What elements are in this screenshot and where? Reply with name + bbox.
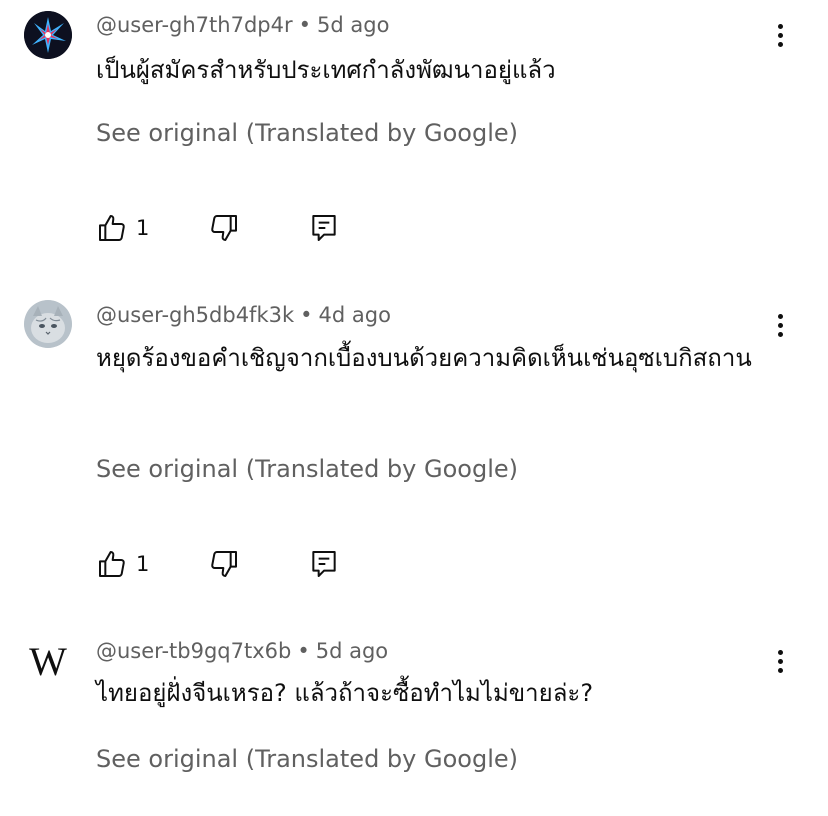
comment-meta: @user-tb9gq7tx6b • 5d ago <box>96 637 388 665</box>
reply-icon <box>312 551 336 577</box>
comment-item: @user-gh5db4fk3k • 4d ago หยุดร้องขอคำเชิญ… <box>0 290 828 626</box>
avatar[interactable] <box>24 300 72 348</box>
like-count: 1 <box>136 216 150 240</box>
more-options-button[interactable] <box>764 19 796 51</box>
see-original-link[interactable]: See original (Translated by Google) <box>96 117 518 149</box>
dislike-button[interactable] <box>208 210 240 246</box>
thumbs-up-icon <box>99 551 125 577</box>
reply-button[interactable] <box>308 210 340 246</box>
avatar[interactable] <box>24 11 72 59</box>
comment-text: ไทยอยู่ฝั่งจีนเหรอ? แล้วถ้าจะซื้อทำไมไม่… <box>96 679 594 707</box>
comment-time[interactable]: 5d ago <box>316 639 388 663</box>
comment-meta: @user-gh5db4fk3k • 4d ago <box>96 301 391 329</box>
more-options-button[interactable] <box>764 309 796 341</box>
avatar[interactable]: W <box>24 638 72 686</box>
dislike-button[interactable] <box>208 546 240 582</box>
more-options-button[interactable] <box>764 645 796 677</box>
meta-separator: • <box>297 639 310 663</box>
like-button[interactable]: 1 <box>96 210 149 246</box>
like-count: 1 <box>136 552 150 576</box>
spark-avatar-icon <box>24 11 72 59</box>
see-original-link[interactable]: See original (Translated by Google) <box>96 743 518 775</box>
comment-text: เป็นผู้สมัครสำหรับประเทศกำลังพัฒนาอยู่แล… <box>96 56 556 84</box>
thumbs-down-icon <box>211 215 237 241</box>
comment-meta: @user-gh7th7dp4r • 5d ago <box>96 11 389 39</box>
cat-avatar-icon <box>24 300 72 348</box>
comment-item: W @user-tb9gq7tx6b • 5d ago ไทยอยู่ฝั่งจีน… <box>0 626 828 816</box>
comment-author[interactable]: @user-gh7th7dp4r <box>96 13 293 37</box>
reply-button[interactable] <box>308 546 340 582</box>
like-button[interactable]: 1 <box>96 546 149 582</box>
comment-author[interactable]: @user-tb9gq7tx6b <box>96 639 291 663</box>
comment-item: @user-gh7th7dp4r • 5d ago เป็นผู้สมัครสำหร… <box>0 0 828 290</box>
meta-separator: • <box>300 303 313 327</box>
thumbs-down-icon <box>211 551 237 577</box>
comment-author[interactable]: @user-gh5db4fk3k <box>96 303 294 327</box>
thumbs-up-icon <box>99 215 125 241</box>
comment-text: หยุดร้องขอคำเชิญจากเบื้องบนด้วยความคิดเห… <box>96 344 752 372</box>
meta-separator: • <box>298 13 311 37</box>
wikipedia-w-logo: W <box>29 639 67 684</box>
comment-time[interactable]: 4d ago <box>319 303 391 327</box>
see-original-link[interactable]: See original (Translated by Google) <box>96 453 518 485</box>
reply-icon <box>312 215 336 241</box>
comment-time[interactable]: 5d ago <box>317 13 389 37</box>
